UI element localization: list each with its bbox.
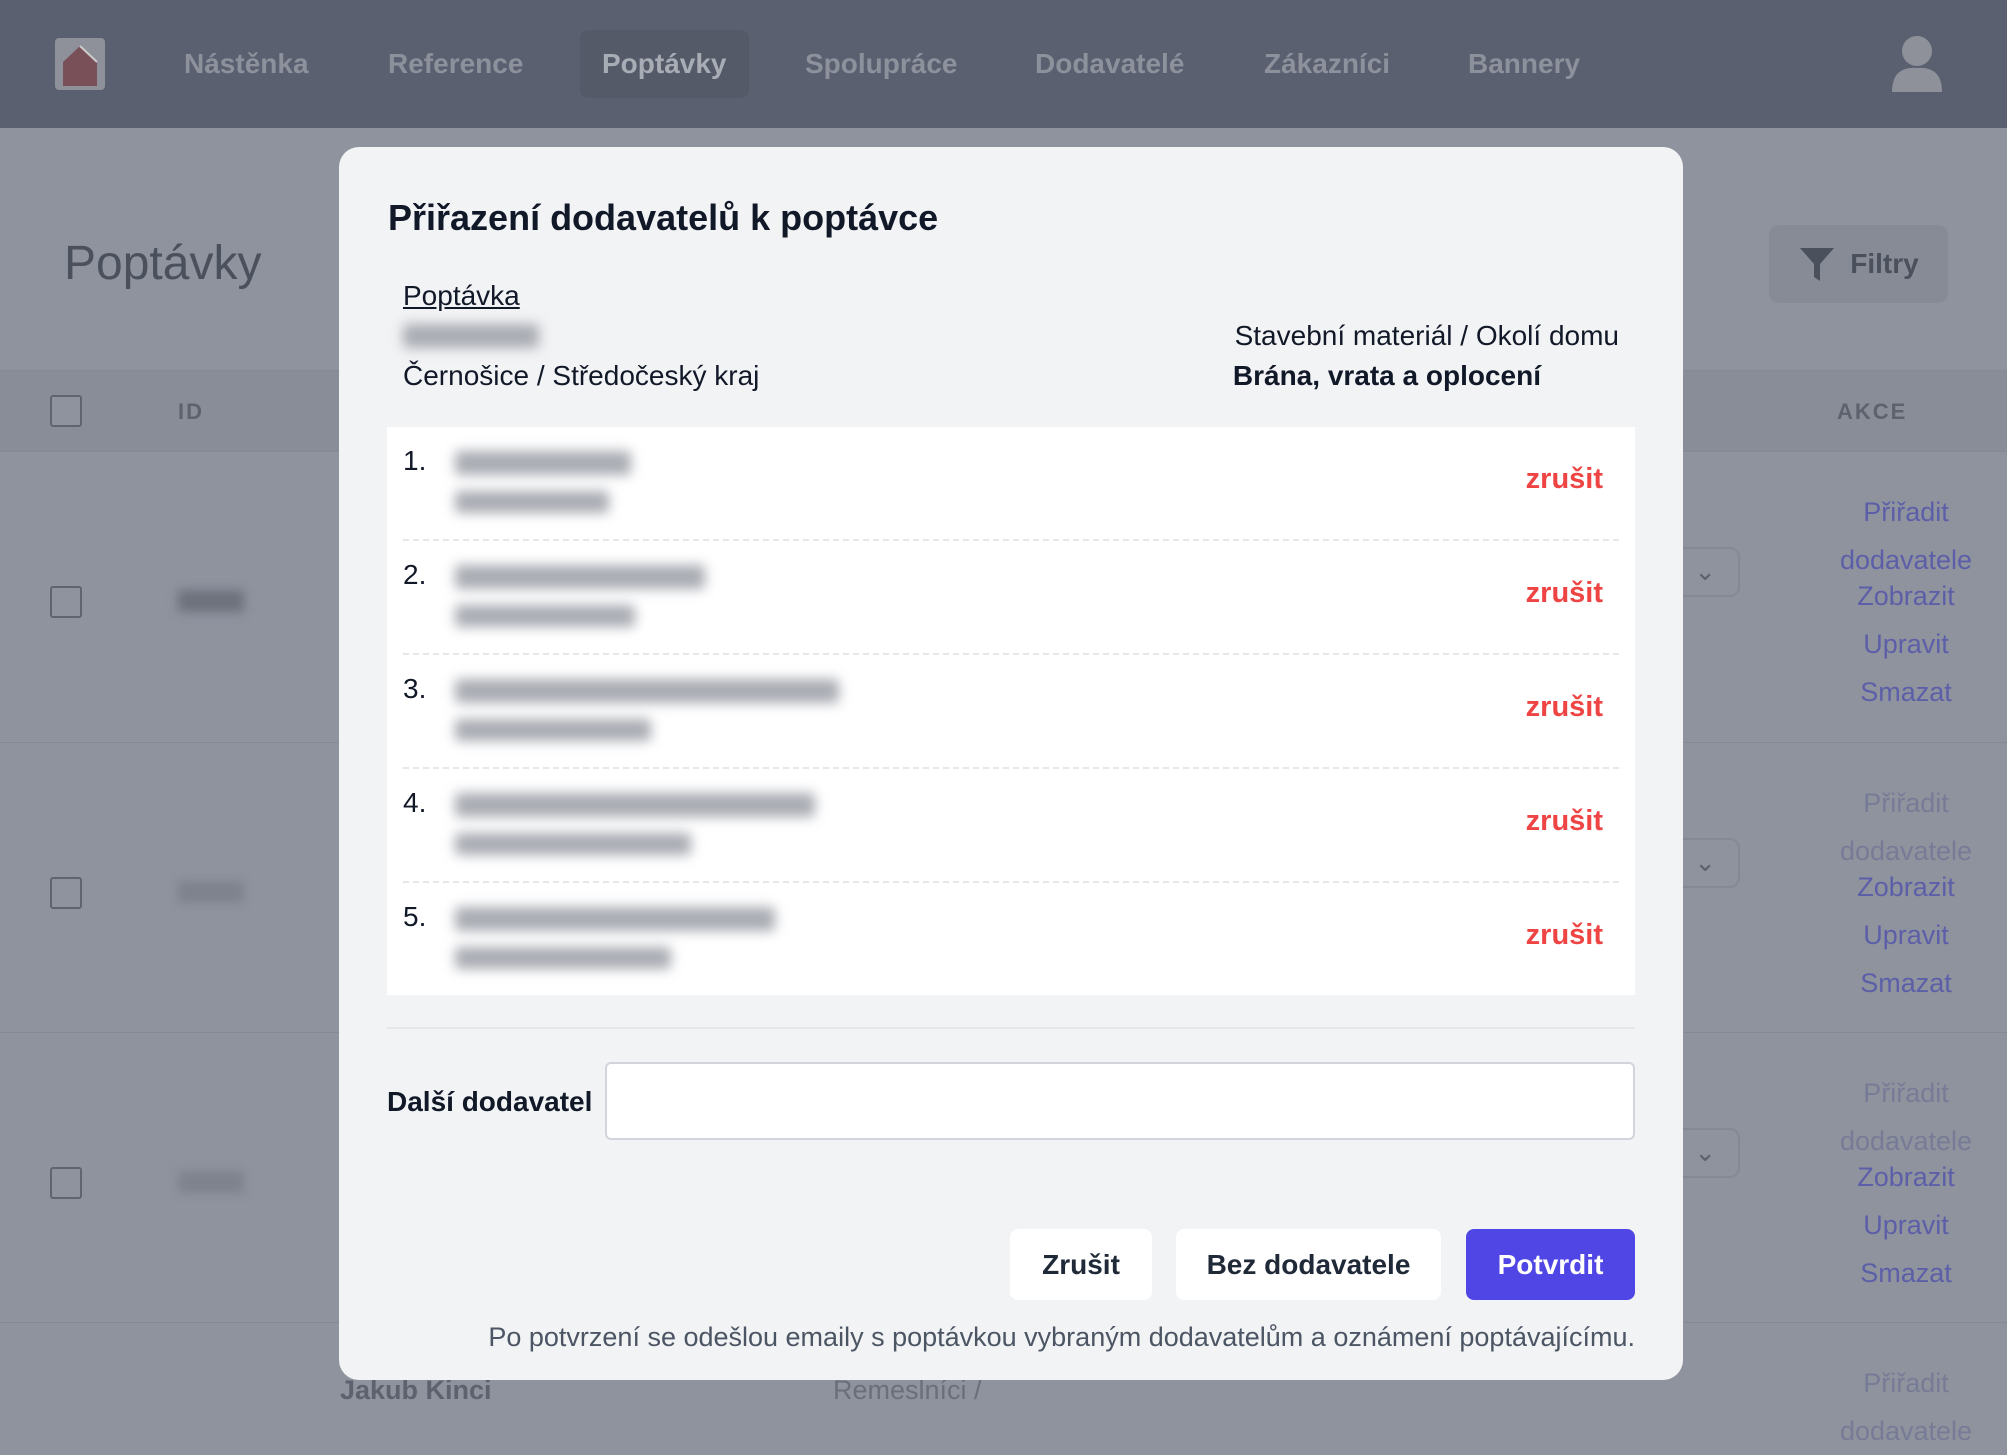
show-link[interactable]: Zobrazit	[1836, 572, 1976, 620]
assign-suppliers-modal: Přiřazení dodavatelů k poptávce Poptávka…	[339, 147, 1683, 1380]
logo[interactable]	[55, 38, 105, 90]
supplier-name-redacted	[455, 565, 705, 589]
list-item: 4. zrušit	[403, 769, 1619, 883]
item-number: 1.	[403, 445, 427, 476]
supplier-address-redacted	[455, 605, 635, 627]
supplier-address-redacted	[455, 719, 651, 741]
row-id	[178, 1171, 244, 1193]
supplier-address-redacted	[455, 833, 691, 855]
user-avatar-icon[interactable]	[1890, 34, 1944, 92]
supplier-address-redacted	[455, 947, 671, 969]
column-id: ID	[178, 399, 204, 424]
assign-supplier-link[interactable]: Přiřadit dodavatele	[1836, 1069, 1976, 1165]
confirmation-note: Po potvrzení se odešlou emaily s poptávk…	[488, 1322, 1635, 1352]
edit-link[interactable]: Upravit	[1836, 1201, 1976, 1249]
filter-button[interactable]: Filtry	[1769, 225, 1948, 303]
filter-label: Filtry	[1850, 248, 1919, 279]
edit-link[interactable]: Upravit	[1836, 620, 1976, 668]
modal-title: Přiřazení dodavatelů k poptávce	[388, 197, 939, 238]
delete-link[interactable]: Smazat	[1836, 959, 1976, 1007]
remove-supplier-link[interactable]: zrušit	[1526, 463, 1603, 496]
assign-supplier-link[interactable]: Přiřadit dodavatele	[1836, 779, 1976, 875]
row-id	[178, 590, 244, 612]
nav-reference[interactable]: Reference	[366, 30, 545, 98]
inquiry-category: Stavební materiál / Okolí domu	[1234, 320, 1619, 351]
row-id	[178, 881, 244, 903]
supplier-name-redacted	[455, 793, 815, 817]
remove-supplier-link[interactable]: zrušit	[1526, 577, 1603, 610]
remove-supplier-link[interactable]: zrušit	[1526, 805, 1603, 838]
delete-link[interactable]: Smazat	[1836, 668, 1976, 716]
next-supplier-label: Další dodavatel	[387, 1086, 593, 1117]
delete-link[interactable]: Smazat	[1836, 1249, 1976, 1297]
inquiry-subcategory: Brána, vrata a oplocení	[1232, 360, 1541, 391]
item-number: 3.	[403, 673, 427, 704]
select-all-checkbox[interactable]	[50, 395, 82, 427]
supplier-name-redacted	[455, 907, 775, 931]
top-nav: Nástěnka Reference Poptávky Spolupráce D…	[0, 0, 2007, 128]
assign-supplier-link[interactable]: Přiřadit dodavatele	[1836, 1359, 1976, 1455]
nav-spoluprace[interactable]: Spolupráce	[783, 30, 979, 98]
assign-supplier-link[interactable]: Přiřadit dodavatele	[1836, 488, 1976, 584]
cancel-button[interactable]: Zrušit	[1010, 1229, 1152, 1300]
show-link[interactable]: Zobrazit	[1836, 1153, 1976, 1201]
filter-icon	[1800, 248, 1835, 281]
supplier-name-redacted	[455, 451, 631, 475]
list-item: 3. zrušit	[403, 655, 1619, 769]
item-number: 2.	[403, 559, 427, 590]
nav-nastenka[interactable]: Nástěnka	[162, 30, 331, 98]
confirm-button[interactable]: Potvrdit	[1466, 1229, 1635, 1300]
inquiry-location: Černošice / Středočeský kraj	[403, 360, 760, 391]
nav-poptavky[interactable]: Poptávky	[580, 30, 749, 98]
column-actions: AKCE	[1837, 399, 1908, 424]
list-item: 5. zrušit	[403, 883, 1619, 997]
supplier-address-redacted	[455, 491, 609, 513]
no-supplier-button[interactable]: Bez dodavatele	[1176, 1229, 1441, 1300]
page-title: Poptávky	[64, 237, 262, 290]
divider	[387, 1027, 1635, 1029]
nav-zakaznici[interactable]: Zákazníci	[1242, 30, 1412, 98]
nav-bannery[interactable]: Bannery	[1446, 30, 1602, 98]
item-number: 5.	[403, 901, 427, 932]
show-link[interactable]: Zobrazit	[1836, 863, 1976, 911]
row-checkbox[interactable]	[50, 877, 82, 909]
nav-dodavatele[interactable]: Dodavatelé	[1013, 30, 1206, 98]
supplier-name-redacted	[455, 679, 839, 703]
remove-supplier-link[interactable]: zrušit	[1526, 919, 1603, 952]
next-supplier-input[interactable]	[605, 1062, 1635, 1140]
inquiry-id-redacted	[403, 324, 539, 348]
supplier-list: 1. zrušit 2. zrušit 3. zrušit 4. zrušit …	[387, 427, 1635, 995]
row-checkbox[interactable]	[50, 586, 82, 618]
edit-link[interactable]: Upravit	[1836, 911, 1976, 959]
list-item: 1. zrušit	[403, 427, 1619, 541]
item-number: 4.	[403, 787, 427, 818]
remove-supplier-link[interactable]: zrušit	[1526, 691, 1603, 724]
list-item: 2. zrušit	[403, 541, 1619, 655]
row-checkbox[interactable]	[50, 1167, 82, 1199]
inquiry-link[interactable]: Poptávka	[403, 280, 520, 312]
